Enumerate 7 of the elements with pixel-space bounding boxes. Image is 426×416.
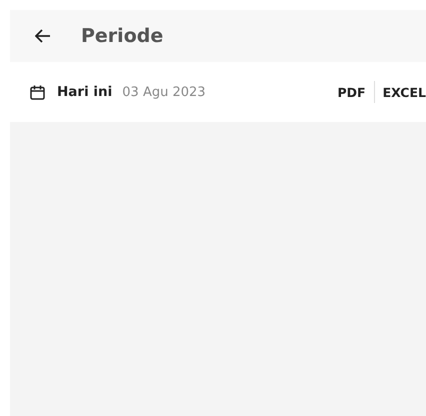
export-button[interactable]: EXCEL xyxy=(374,84,426,100)
back-arrow-icon[interactable] xyxy=(35,29,51,43)
page-title: Periode xyxy=(81,25,164,47)
period-date: 03 Agu 2023 xyxy=(122,84,206,100)
period-label[interactable]: Hari ini xyxy=(57,84,112,100)
calendar-icon[interactable] xyxy=(30,84,45,100)
export-button[interactable]: PDF xyxy=(330,84,374,100)
